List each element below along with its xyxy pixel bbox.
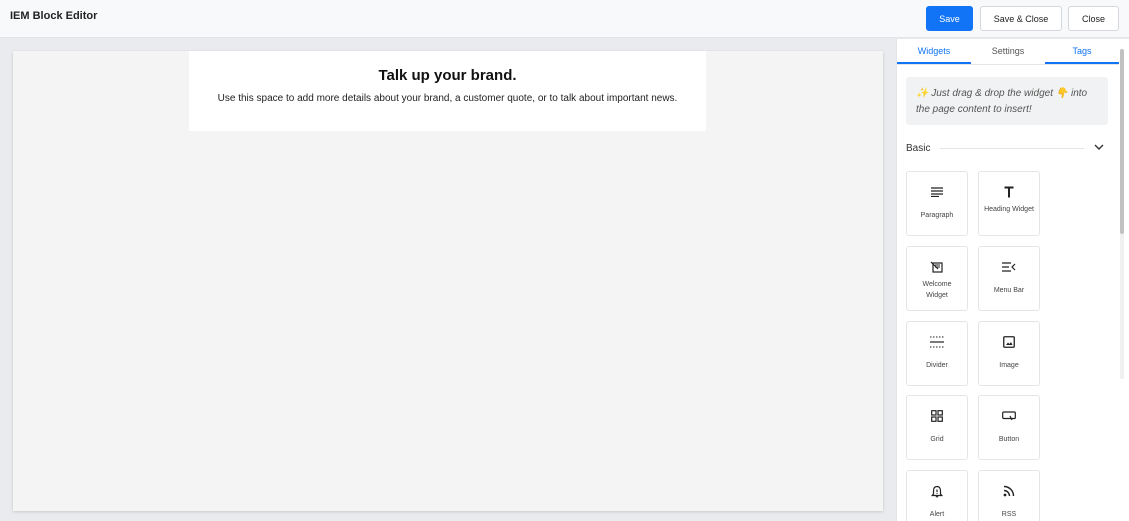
widget-menu-bar[interactable]: Menu Bar [978, 246, 1040, 311]
drag-drop-hint: ✨ Just drag & drop the widget 👇 into the… [906, 77, 1108, 125]
content-block[interactable]: Talk up your brand. Use this space to ad… [189, 51, 706, 131]
widget-paragraph[interactable]: Paragraph [906, 171, 968, 236]
section-basic[interactable]: Basic [906, 140, 1104, 156]
bell-icon [931, 483, 943, 499]
widget-label: Grid [930, 436, 944, 443]
widget-rss[interactable]: RSS [978, 470, 1040, 521]
close-button[interactable]: Close [1068, 6, 1119, 31]
widget-heading[interactable]: Heading Widget [978, 171, 1040, 236]
welcome-icon [930, 259, 944, 275]
scrollbar-thumb[interactable] [1120, 49, 1124, 234]
widget-button[interactable]: Button [978, 395, 1040, 460]
rss-icon [1003, 483, 1015, 499]
widget-label: Button [998, 436, 1020, 443]
grid-icon [931, 408, 943, 424]
block-heading[interactable]: Talk up your brand. [189, 67, 706, 84]
divider-icon [930, 334, 944, 350]
app-title: IEM Block Editor [10, 10, 98, 22]
widget-label: Alert [929, 511, 945, 518]
tab-widgets[interactable]: Widgets [897, 39, 971, 64]
page-canvas[interactable]: Talk up your brand. Use this space to ad… [13, 51, 883, 511]
save-and-close-button[interactable]: Save & Close [980, 6, 1062, 31]
image-icon [1003, 334, 1015, 350]
panel-scrollbar[interactable] [1120, 49, 1124, 379]
widget-label: RSS [1001, 511, 1017, 518]
section-divider [940, 147, 1084, 149]
widget-welcome[interactable]: Welcome Widget [906, 246, 968, 311]
widget-image[interactable]: Image [978, 321, 1040, 386]
widget-alert[interactable]: Alert [906, 470, 968, 521]
tab-tags[interactable]: Tags [1045, 39, 1119, 64]
save-button[interactable]: Save [926, 6, 973, 31]
button-icon [1002, 408, 1016, 424]
widget-label: Heading Widget [984, 206, 1034, 213]
chevron-down-icon[interactable] [1094, 143, 1104, 153]
widget-label: Divider [926, 362, 948, 369]
widget-panel: Widgets Settings Tags ✨ Just drag & drop… [896, 39, 1129, 521]
paragraph-icon [931, 184, 943, 200]
widget-label: Paragraph [920, 212, 954, 219]
widget-label: Welcome Widget [922, 281, 952, 299]
widget-label: Menu Bar [993, 287, 1025, 294]
panel-tabs: Widgets Settings Tags [897, 39, 1119, 65]
heading-icon [1004, 184, 1014, 200]
block-text[interactable]: Use this space to add more details about… [189, 93, 706, 104]
editor-header: IEM Block Editor Save Save & Close Close [0, 0, 1129, 38]
tab-settings[interactable]: Settings [971, 39, 1045, 64]
section-label: Basic [906, 142, 931, 154]
canvas-area: Talk up your brand. Use this space to ad… [0, 39, 896, 521]
menu-bar-icon [1002, 259, 1016, 275]
widget-divider[interactable]: Divider [906, 321, 968, 386]
widget-grid[interactable]: Grid [906, 395, 968, 460]
widget-label: Image [999, 362, 1019, 369]
